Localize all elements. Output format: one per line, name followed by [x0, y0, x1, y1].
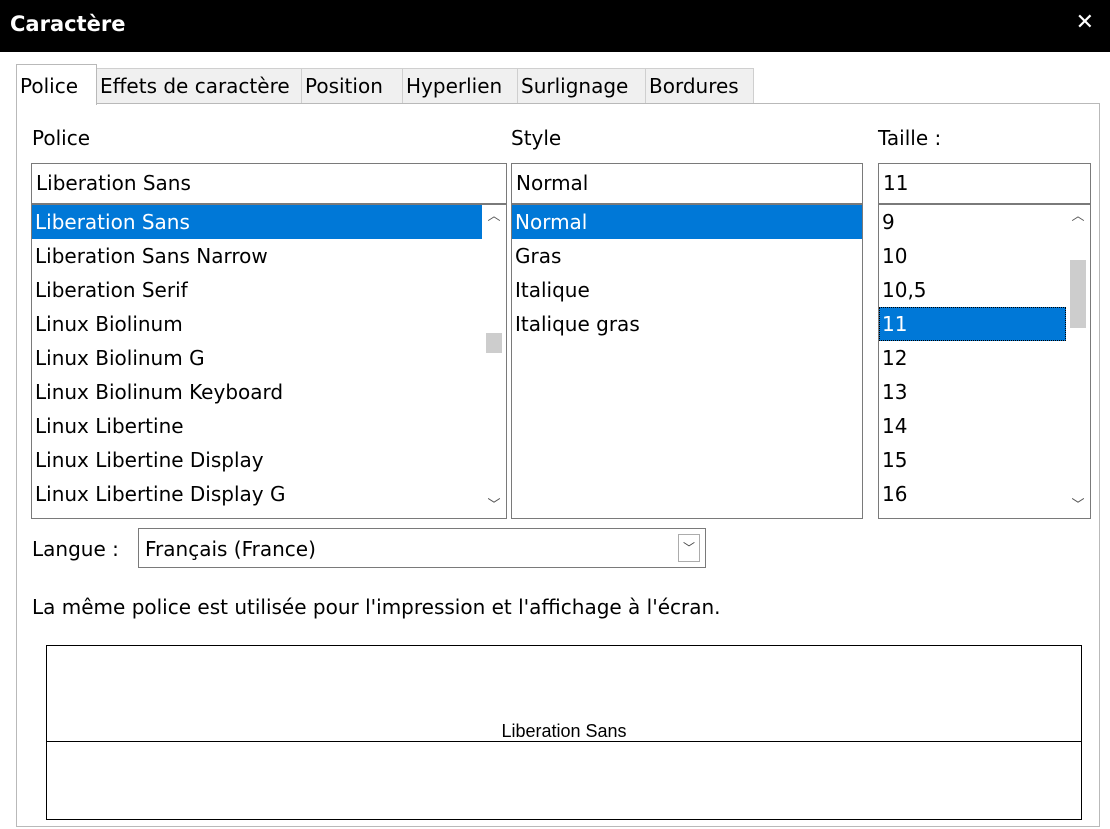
size-list-item[interactable]: 15	[879, 443, 1066, 477]
title-bar: Caractère ✕	[0, 0, 1110, 52]
font-list[interactable]: Liberation Sans Liberation Sans Narrow Lib…	[31, 204, 507, 519]
info-text: La même police est utilisée pour l'impre…	[32, 595, 721, 619]
style-list-item[interactable]: Italique	[512, 273, 862, 307]
font-preview: Liberation Sans	[46, 645, 1082, 820]
font-list-scrollbar[interactable]: ︿ ﹀	[482, 205, 506, 518]
font-list-item[interactable]: Linux Biolinum G	[32, 341, 482, 375]
tab-panel-police: Police Liberation Sans Liberation Sans Li…	[16, 103, 1100, 827]
size-list-item[interactable]: 16	[879, 477, 1066, 511]
size-list-item[interactable]: 11	[879, 307, 1066, 341]
size-list-item[interactable]: 14	[879, 409, 1066, 443]
character-dialog: Caractère ✕ Police Effets de caractère P…	[0, 0, 1110, 829]
font-list-item[interactable]: Liberation Serif	[32, 273, 482, 307]
tab-surlignage[interactable]: Surlignage	[517, 68, 646, 103]
size-list-item[interactable]: 10,5	[879, 273, 1066, 307]
language-combobox[interactable]: Français (France) ﹀	[138, 528, 706, 568]
style-label: Style	[511, 126, 562, 150]
chevron-up-icon[interactable]: ︿	[482, 205, 506, 229]
chevron-up-icon[interactable]: ︿	[1066, 205, 1090, 229]
size-list-item[interactable]: 13	[879, 375, 1066, 409]
dialog-title: Caractère	[10, 12, 126, 36]
style-list-item[interactable]: Italique gras	[512, 307, 862, 341]
font-list-item[interactable]: Linux Biolinum Keyboard	[32, 375, 482, 409]
size-list-item[interactable]: 10	[879, 239, 1066, 273]
size-list-item[interactable]: 12	[879, 341, 1066, 375]
style-list[interactable]: Normal Gras Italique Italique gras	[511, 204, 863, 519]
tab-position[interactable]: Position	[301, 68, 403, 103]
tab-police[interactable]: Police	[16, 64, 97, 105]
font-label: Police	[32, 126, 90, 150]
font-list-item[interactable]: Linux Biolinum	[32, 307, 482, 341]
font-list-item[interactable]: Linux Libertine Display G	[32, 477, 482, 511]
language-value: Français (France)	[145, 537, 316, 561]
chevron-down-icon[interactable]: ﹀	[1066, 494, 1090, 518]
tab-effets-de-caractere[interactable]: Effets de caractère	[96, 68, 302, 103]
tab-hyperlien[interactable]: Hyperlien	[402, 68, 518, 103]
size-label: Taille :	[878, 126, 942, 150]
size-list-scrollbar[interactable]: ︿ ﹀	[1066, 205, 1090, 518]
font-list-item[interactable]: Liberation Sans	[32, 205, 482, 239]
chevron-down-icon[interactable]: ﹀	[678, 534, 700, 562]
size-list[interactable]: 9 10 10,5 11 12 13 14 15 16 ︿ ﹀	[878, 204, 1091, 519]
language-label: Langue :	[32, 537, 119, 561]
font-list-item[interactable]: Linux Libertine	[32, 409, 482, 443]
font-list-scroll-thumb[interactable]	[486, 333, 502, 353]
font-list-item[interactable]: Linux Libertine Display	[32, 443, 482, 477]
preview-text: Liberation Sans	[499, 721, 629, 741]
close-icon[interactable]: ✕	[1076, 10, 1094, 35]
size-list-item[interactable]: 9	[879, 205, 1066, 239]
size-list-scroll-thumb[interactable]	[1070, 260, 1086, 328]
tab-bordures[interactable]: Bordures	[645, 68, 754, 103]
style-list-item[interactable]: Normal	[512, 205, 862, 239]
style-input[interactable]: Normal	[511, 163, 863, 204]
font-list-item[interactable]: Liberation Sans Narrow	[32, 239, 482, 273]
size-input[interactable]: 11	[878, 163, 1091, 204]
style-list-item[interactable]: Gras	[512, 239, 862, 273]
font-name-input[interactable]: Liberation Sans	[31, 163, 507, 204]
chevron-down-icon[interactable]: ﹀	[482, 494, 506, 518]
